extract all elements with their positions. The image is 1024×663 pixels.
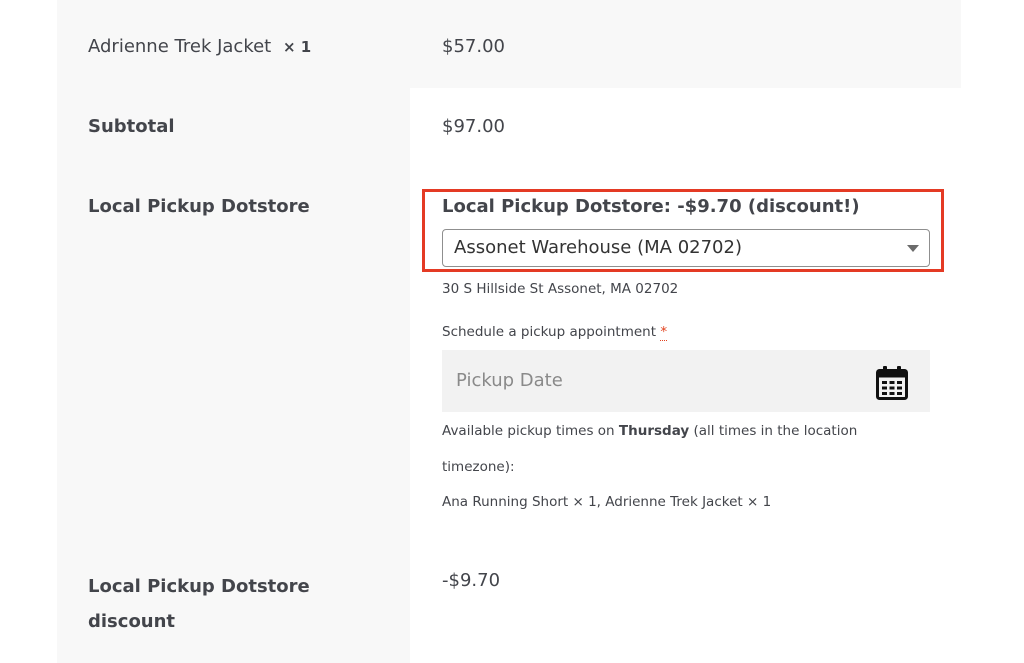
discount-label-line1: Local Pickup Dotstore [88, 576, 310, 597]
availability-day: Thursday [618, 423, 690, 439]
discount-value: -$9.70 [442, 570, 501, 591]
schedule-label-text: Schedule a pickup appointment [442, 324, 657, 340]
pickup-address: 30 S Hillside St Assonet, MA 02702 [442, 281, 679, 297]
schedule-label: Schedule a pickup appointment * [442, 324, 668, 341]
product-name: Adrienne Trek Jacket [88, 36, 272, 57]
required-marker: * [660, 324, 668, 341]
pickup-location-select[interactable]: Assonet Warehouse (MA 02702) [442, 229, 930, 267]
product-quantity: × 1 [282, 38, 312, 56]
package-items: Ana Running Short × 1, Adrienne Trek Jac… [442, 494, 772, 510]
pickup-location-selected: Assonet Warehouse (MA 02702) [454, 237, 742, 258]
subtotal-label: Subtotal [88, 116, 175, 137]
pickup-date-placeholder: Pickup Date [456, 370, 563, 391]
chevron-down-icon [907, 245, 919, 252]
subtotal-value: $97.00 [442, 116, 505, 137]
availability-suffix: (all times in the location [689, 423, 858, 439]
shipping-label: Local Pickup Dotstore [88, 196, 310, 217]
availability-prefix: Available pickup times on [442, 423, 619, 439]
availability-note-line2: timezone): [442, 459, 515, 475]
order-item-name: Adrienne Trek Jacket × 1 [88, 36, 311, 57]
discount-label-line2: discount [88, 611, 176, 632]
discount-label: Local Pickup Dotstore discount [88, 569, 310, 639]
shipping-method-label: Local Pickup Dotstore: -$9.70 (discount!… [442, 196, 860, 217]
product-price: $57.00 [442, 36, 505, 57]
calendar-icon[interactable] [876, 366, 908, 400]
availability-note: Available pickup times on Thursday (all … [442, 423, 857, 439]
pickup-date-input[interactable]: Pickup Date [442, 350, 930, 412]
